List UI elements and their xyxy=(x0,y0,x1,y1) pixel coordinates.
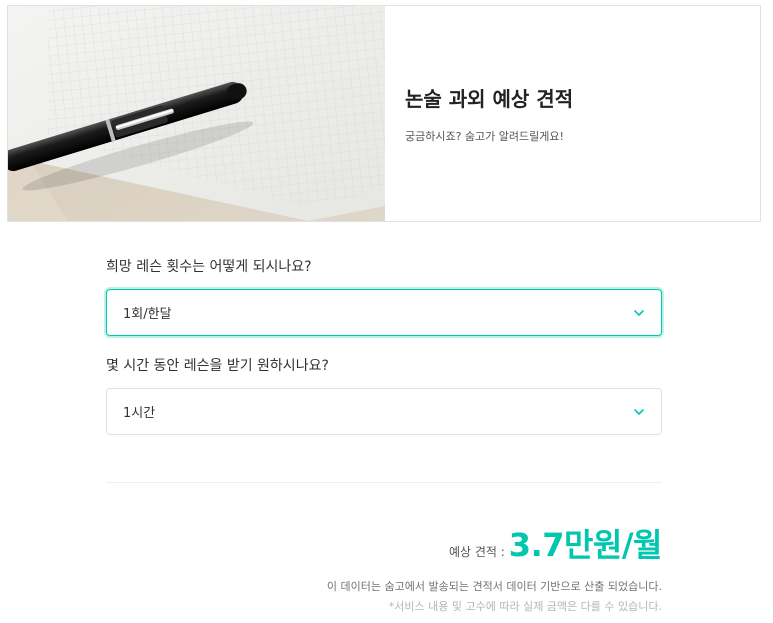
pen-on-paper-image xyxy=(8,6,385,221)
lesson-duration-label: 몇 시간 동안 레슨을 받기 원하시나요? xyxy=(106,358,329,374)
page-subtitle: 궁금하시죠? 숨고가 알려드릴게요! xyxy=(405,130,564,143)
chevron-down-icon xyxy=(634,408,644,415)
data-source-note: 이 데이터는 숨고에서 발송되는 견적서 데이터 기반으로 산출 되었습니다. xyxy=(326,580,662,593)
page-title: 논술 과외 예상 견적 xyxy=(405,87,574,111)
chevron-down-icon xyxy=(634,309,644,316)
lesson-duration-select[interactable]: 1시간 xyxy=(106,388,662,435)
lesson-frequency-label: 희망 레슨 횟수는 어떻게 되시나요? xyxy=(106,259,312,275)
estimate-label: 예상 견적 : xyxy=(448,545,505,559)
hero-banner: 논술 과외 예상 견적 궁금하시죠? 숨고가 알려드릴게요! xyxy=(7,5,761,222)
lesson-duration-value: 1시간 xyxy=(123,406,156,421)
divider xyxy=(106,482,662,483)
price-disclaimer: *서비스 내용 및 고수에 따라 실제 금액은 다를 수 있습니다. xyxy=(388,600,662,613)
estimate-value: 3.7만원/월 xyxy=(508,526,663,564)
estimate-row: 예상 견적 : 3.7만원/월 xyxy=(448,520,663,566)
hero-text: 논술 과외 예상 견적 궁금하시죠? 숨고가 알려드릴게요! xyxy=(385,6,573,221)
lesson-frequency-select[interactable]: 1회/한달 xyxy=(106,289,662,336)
lesson-frequency-value: 1회/한달 xyxy=(123,307,172,322)
